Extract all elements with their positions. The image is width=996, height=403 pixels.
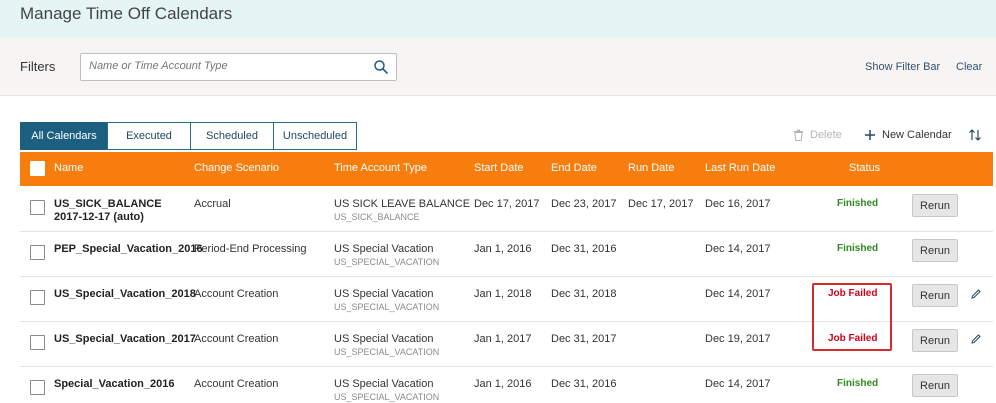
- status-badge: Finished: [837, 378, 879, 389]
- page-title: Manage Time Off Calendars: [20, 4, 233, 23]
- search-icon[interactable]: [373, 59, 389, 75]
- time-account-type: US Special Vacation US_SPECIAL_VACATION: [334, 378, 439, 403]
- calendar-tabs: All Calendars Executed Scheduled Unsched…: [20, 122, 357, 150]
- change-scenario: Account Creation: [194, 333, 279, 345]
- time-account-type-code: US_SPECIAL_VACATION: [334, 302, 440, 312]
- trash-icon: [794, 129, 803, 141]
- header-end-date[interactable]: End Date: [551, 162, 597, 174]
- last-run-date: Dec 16, 2017: [705, 198, 771, 210]
- calendar-name[interactable]: US_Special_Vacation_2018: [54, 288, 204, 301]
- time-account-type-name: US SICK LEAVE BALANCE: [334, 198, 471, 210]
- rerun-button[interactable]: Rerun: [912, 239, 958, 262]
- filters-label: Filters: [20, 59, 56, 74]
- rerun-button[interactable]: Rerun: [912, 194, 958, 217]
- sort-icon[interactable]: [968, 128, 982, 142]
- row-checkbox[interactable]: [30, 335, 45, 350]
- search-box[interactable]: [80, 53, 397, 81]
- end-date: Dec 23, 2017: [551, 198, 617, 210]
- time-account-type-code: US_SPECIAL_VACATION: [334, 347, 440, 357]
- header-last-run-date[interactable]: Last Run Date: [705, 162, 775, 174]
- header-time-account-type[interactable]: Time Account Type: [334, 162, 427, 174]
- delete-label: Delete: [810, 129, 842, 141]
- change-scenario: Account Creation: [194, 288, 279, 300]
- end-date: Dec 31, 2017: [551, 333, 617, 345]
- end-date: Dec 31, 2016: [551, 378, 617, 390]
- time-account-type: US Special Vacation US_SPECIAL_VACATION: [334, 243, 439, 269]
- change-scenario: Account Creation: [194, 378, 279, 390]
- pencil-icon[interactable]: [970, 333, 982, 345]
- time-account-type: US Special Vacation US_SPECIAL_VACATION: [334, 333, 439, 359]
- time-account-type-name: US Special Vacation: [334, 288, 434, 300]
- change-scenario: Period-End Processing: [194, 243, 307, 255]
- calendar-name[interactable]: PEP_Special_Vacation_2016: [54, 243, 203, 256]
- status-badge: Finished: [837, 198, 879, 209]
- plus-icon: [865, 130, 875, 140]
- time-account-type-name: US Special Vacation: [334, 243, 434, 255]
- time-account-type-name: US Special Vacation: [334, 378, 434, 390]
- time-account-type: US SICK LEAVE BALANCE US_SICK_BALANCE: [334, 198, 470, 224]
- pencil-icon[interactable]: [970, 288, 982, 300]
- row-checkbox[interactable]: [30, 290, 45, 305]
- header-run-date[interactable]: Run Date: [628, 162, 674, 174]
- row-checkbox[interactable]: [30, 245, 45, 260]
- calendar-name[interactable]: US_SICK_BALANCE 2017-12-17 (auto): [54, 198, 186, 224]
- page-header: Manage Time Off Calendars: [0, 0, 996, 38]
- last-run-date: Dec 19, 2017: [705, 333, 771, 345]
- search-input[interactable]: [89, 60, 359, 72]
- new-calendar-button[interactable]: New Calendar: [864, 129, 952, 141]
- time-account-type-code: US_SPECIAL_VACATION: [334, 392, 440, 402]
- row-checkbox[interactable]: [30, 200, 45, 215]
- rerun-button[interactable]: Rerun: [912, 374, 958, 397]
- header-change-scenario[interactable]: Change Scenario: [194, 162, 279, 174]
- table-row[interactable]: US_SICK_BALANCE 2017-12-17 (auto) Accrua…: [20, 187, 993, 232]
- time-account-type-code: US_SPECIAL_VACATION: [334, 257, 440, 267]
- time-account-type-name: US Special Vacation: [334, 333, 434, 345]
- header-name[interactable]: Name: [54, 162, 83, 174]
- start-date: Jan 1, 2017: [474, 333, 532, 345]
- table-header: Name Change Scenario Time Account Type S…: [20, 152, 993, 186]
- failed-jobs-highlight: [812, 283, 892, 351]
- tab-unscheduled[interactable]: Unscheduled: [273, 122, 357, 150]
- calendar-name[interactable]: Special_Vacation_2016: [54, 378, 204, 391]
- filter-bar: Filters Show Filter Bar Clear: [0, 38, 996, 96]
- calendar-name[interactable]: US_Special_Vacation_2017: [54, 333, 204, 346]
- start-date: Jan 1, 2016: [474, 378, 532, 390]
- tab-scheduled[interactable]: Scheduled: [190, 122, 274, 150]
- delete-button[interactable]: Delete: [793, 129, 842, 141]
- header-status[interactable]: Status: [849, 162, 880, 174]
- rerun-button[interactable]: Rerun: [912, 329, 958, 352]
- clear-filters-link[interactable]: Clear: [956, 61, 982, 73]
- start-date: Jan 1, 2018: [474, 288, 532, 300]
- status-badge: Finished: [837, 243, 879, 254]
- end-date: Dec 31, 2016: [551, 243, 617, 255]
- change-scenario: Accrual: [194, 198, 231, 210]
- start-date: Dec 17, 2017: [474, 198, 540, 210]
- tab-all-calendars[interactable]: All Calendars: [20, 122, 108, 150]
- start-date: Jan 1, 2016: [474, 243, 532, 255]
- show-filter-bar-link[interactable]: Show Filter Bar: [865, 61, 940, 73]
- select-all-checkbox[interactable]: [30, 161, 45, 176]
- last-run-date: Dec 14, 2017: [705, 288, 771, 300]
- header-start-date[interactable]: Start Date: [474, 162, 524, 174]
- table-row[interactable]: PEP_Special_Vacation_2016 Period-End Pro…: [20, 232, 993, 277]
- end-date: Dec 31, 2018: [551, 288, 617, 300]
- new-calendar-label: New Calendar: [882, 129, 952, 141]
- run-date: Dec 17, 2017: [628, 198, 694, 210]
- row-checkbox[interactable]: [30, 380, 45, 395]
- time-account-type-code: US_SICK_BALANCE: [334, 212, 420, 222]
- last-run-date: Dec 14, 2017: [705, 378, 771, 390]
- last-run-date: Dec 14, 2017: [705, 243, 771, 255]
- rerun-button[interactable]: Rerun: [912, 284, 958, 307]
- time-account-type: US Special Vacation US_SPECIAL_VACATION: [334, 288, 439, 314]
- tab-executed[interactable]: Executed: [107, 122, 191, 150]
- table-row[interactable]: Special_Vacation_2016 Account Creation U…: [20, 367, 993, 403]
